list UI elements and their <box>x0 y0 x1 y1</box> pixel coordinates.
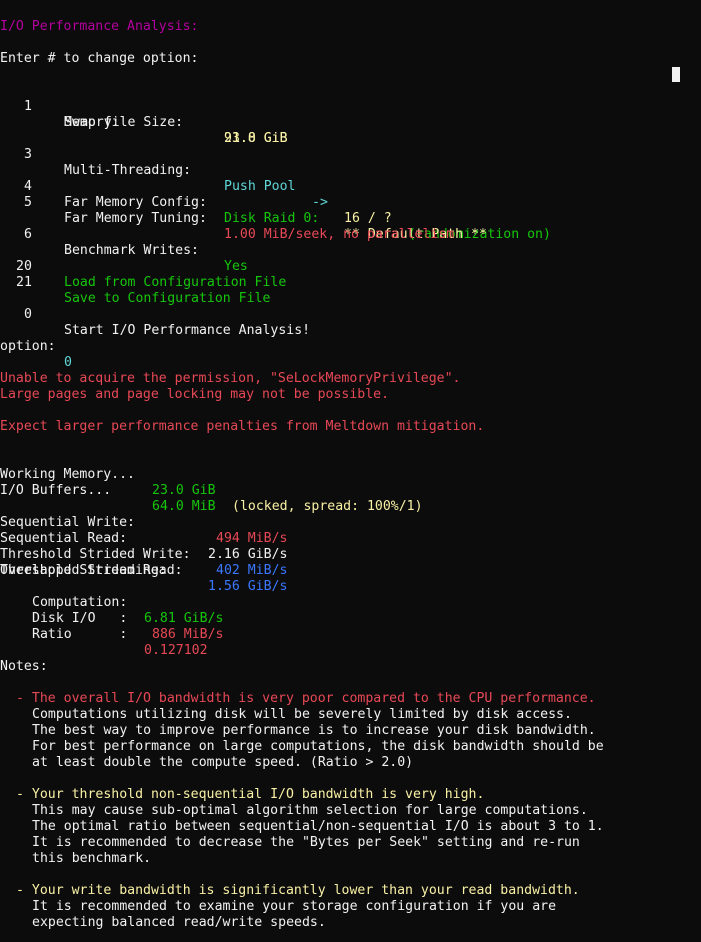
option-label: Far Memory Tuning: <box>64 211 207 226</box>
io-buffers-label: I/O Buffers... <box>0 483 112 498</box>
option-number: 1 <box>24 99 32 114</box>
option-label: Benchmark Writes: <box>64 243 199 258</box>
note-line: at least double the compute speed. (Rati… <box>32 755 414 770</box>
option-label: Start I/O Performance Analysis! <box>64 323 311 338</box>
option-number: 20 <box>16 259 32 274</box>
note-line: For best performance on large computatio… <box>32 739 604 754</box>
option-number: 5 <box>24 195 32 210</box>
result-value: 886 MiB/s <box>152 627 224 642</box>
warning-meltdown: Expect larger performance penalties from… <box>0 419 485 434</box>
result-label: Threshold Strided Write: <box>0 547 191 562</box>
input-value: 0 <box>64 355 72 370</box>
console-window: { "header": { "title": "I/O Performance … <box>0 0 701 942</box>
option-number: 4 <box>24 179 32 194</box>
option-value: Yes <box>224 259 248 274</box>
result-value: 402 MiB/s <box>216 563 288 578</box>
input-label: option: <box>0 339 56 354</box>
result-value: 0.127102 <box>144 643 208 658</box>
option-memory[interactable]: 1 Memory: 23.0 GiB <box>0 83 288 146</box>
seq-write-line: Sequential Write: 494 MiB/s <box>0 499 287 546</box>
option-input-line[interactable]: option: 0 <box>0 323 72 370</box>
strided-write-line: Threshold Strided Write: 402 MiB/s <box>0 531 287 578</box>
option-label: Load from Configuration File <box>64 275 287 290</box>
note-line: expecting balanced read/write speeds. <box>32 915 326 930</box>
option-far-memory-config[interactable]: 4 Far Memory Config: Disk Raid 0: ** Def… <box>0 163 487 242</box>
result-label: Ratio : <box>32 627 128 642</box>
option-label: Save to Configuration File <box>64 291 271 306</box>
option-label: Far Memory Config: <box>64 195 207 210</box>
text-cursor <box>672 67 680 82</box>
raid-label: Disk Raid 0: <box>224 211 320 226</box>
io-buffers-line: I/O Buffers... 64.0 MiB <box>0 467 216 514</box>
note-line: It is recommended to examine your storag… <box>32 899 557 914</box>
option-number: 21 <box>16 275 32 290</box>
option-number: 0 <box>24 307 32 322</box>
option-far-memory-tuning[interactable]: 5 Far Memory Tuning: 1.00 MiB/seek, no p… <box>0 179 454 242</box>
working-memory-value: 23.0 GiB <box>152 483 216 498</box>
option-number: 6 <box>24 227 32 242</box>
overlapped-streaming-label: Overlapped Streaming: <box>0 563 167 578</box>
option-swap-file: Swap file Size: 91.8 GiB <box>0 99 288 146</box>
console-title: I/O Performance Analysis: <box>0 19 199 34</box>
thread-count: 16 / ? <box>344 211 392 226</box>
option-prompt: Enter # to change option: <box>0 51 199 66</box>
note-title: - The overall I/O bandwidth is very poor… <box>16 691 596 706</box>
strided-read-line: Threshold Strided Read: 1.56 GiB/s <box>0 547 287 594</box>
option-label: Swap file Size: <box>64 115 184 130</box>
result-value: 1.56 GiB/s <box>208 579 288 594</box>
ratio-line: Ratio : 0.127102 <box>0 611 208 658</box>
warning-large-pages: Large pages and page locking may not be … <box>0 387 390 402</box>
working-memory-note: (locked, spread: 100%/1) <box>232 499 423 514</box>
computation-line: Computation: 6.81 GiB/s <box>0 579 223 626</box>
option-value: 1.00 MiB/seek, no parallelism <box>224 227 455 242</box>
note-line: The optimal ratio between sequential/non… <box>32 819 604 834</box>
option-multi-threading[interactable]: 3 Multi-Threading: Push Pool -> 16 / ? (… <box>0 131 551 242</box>
note-line: This may cause sub-optimal algorithm sel… <box>32 803 588 818</box>
option-save-config[interactable]: 21 Save to Configuration File <box>0 259 270 306</box>
note-title: - Your write bandwidth is significantly … <box>16 883 580 898</box>
working-memory-line: Working Memory... 23.0 GiB (locked, spre… <box>0 451 423 514</box>
option-label: Multi-Threading: <box>64 163 192 178</box>
result-value: 494 MiB/s <box>216 531 288 546</box>
note-line: The best way to improve performance is t… <box>32 723 596 738</box>
threading-mode: Push Pool <box>224 179 296 194</box>
working-memory-label: Working Memory... <box>0 467 135 482</box>
result-value: 6.81 GiB/s <box>144 611 224 626</box>
result-value: 2.16 GiB/s <box>208 547 288 562</box>
note-line: this benchmark. <box>32 851 152 866</box>
result-label: Computation: <box>32 595 128 610</box>
arrow: -> <box>312 195 328 210</box>
warning-permission: Unable to acquire the permission, "SeLoc… <box>0 371 461 386</box>
notes-heading: Notes: <box>0 659 48 674</box>
option-value: 91.8 GiB <box>224 131 288 146</box>
note-line: It is recommended to decrease the "Bytes… <box>32 835 580 850</box>
option-load-config[interactable]: 20 Load from Configuration File <box>0 243 286 290</box>
seq-read-line: Sequential Read: 2.16 GiB/s <box>0 515 287 562</box>
result-label: Sequential Read: <box>0 531 128 546</box>
disk-io-line: Disk I/O : 886 MiB/s <box>0 595 223 642</box>
result-label: Disk I/O : <box>32 611 128 626</box>
option-number: 3 <box>24 147 32 162</box>
note-title: - Your threshold non-sequential I/O band… <box>16 787 485 802</box>
result-label: Sequential Write: <box>0 515 135 530</box>
option-start-analysis[interactable]: 0 Start I/O Performance Analysis! <box>0 291 310 338</box>
option-benchmark-writes[interactable]: 6 Benchmark Writes: Yes <box>0 211 248 274</box>
io-buffers-value: 64.0 MiB <box>152 499 216 514</box>
note-line: Computations utilizing disk will be seve… <box>32 707 572 722</box>
